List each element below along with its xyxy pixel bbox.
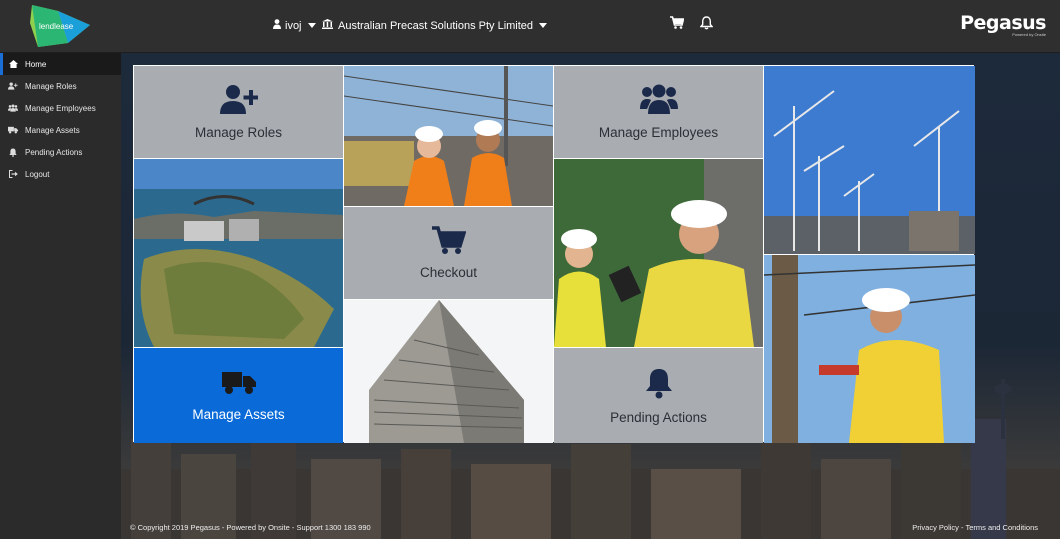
user-plus-icon <box>219 84 258 119</box>
sidebar-item-manage-employees[interactable]: Manage Employees <box>0 97 121 119</box>
cart-icon <box>431 226 466 259</box>
user-name: ivoj <box>285 19 302 32</box>
footer-copyright: © Copyright 2019 Pegasus - Powered by On… <box>130 523 371 532</box>
home-icon <box>8 59 18 69</box>
privacy-policy-link[interactable]: Privacy Policy <box>912 523 959 532</box>
cart-icon[interactable] <box>670 16 686 32</box>
institution-icon <box>322 19 333 32</box>
sidebar-item-manage-assets[interactable]: Manage Assets <box>0 119 121 141</box>
sidebar-item-home[interactable]: Home <box>0 53 121 75</box>
pending-actions-tile[interactable]: Pending Actions <box>554 348 763 443</box>
top-bar: lendlease ivoj Australian Precast Soluti… <box>0 0 1060 53</box>
tile-label: Manage Employees <box>598 125 719 140</box>
manage-roles-tile[interactable]: Manage Roles <box>134 66 343 158</box>
notification-bell-icon[interactable] <box>699 16 716 32</box>
sidebar-item-logout[interactable]: Logout <box>0 163 121 185</box>
users-icon <box>8 103 18 113</box>
sidebar-item-pending-actions[interactable]: Pending Actions <box>0 141 121 163</box>
dashboard-tile-grid: Manage Roles Manage Assets Checkout Mana… <box>133 65 975 443</box>
users-icon <box>639 84 678 119</box>
utility-pole-worker-photo <box>764 255 975 443</box>
bell-icon <box>645 367 673 404</box>
sidebar-item-manage-roles[interactable]: Manage Roles <box>0 75 121 97</box>
tile-label: Checkout <box>419 265 478 280</box>
bell-icon <box>8 147 18 157</box>
harbour-city-photo <box>134 159 343 347</box>
truck-icon <box>8 125 18 135</box>
company-menu[interactable]: Australian Precast Solutions Pty Limited <box>322 19 548 32</box>
chevron-down-icon <box>539 23 548 28</box>
tile-label: Manage Roles <box>194 125 283 140</box>
svg-text:lendlease: lendlease <box>39 22 74 31</box>
truck-icon <box>221 370 256 401</box>
footer-links: Privacy Policy - Terms and Conditions <box>912 523 1038 532</box>
office-building-photo <box>344 300 553 443</box>
user-icon <box>273 19 281 32</box>
workers-tablet-photo <box>554 159 763 347</box>
user-plus-icon <box>8 81 18 91</box>
sidebar: Home Manage Roles Manage Employees Manag… <box>0 53 121 539</box>
company-name: Australian Precast Solutions Pty Limited <box>338 19 534 32</box>
user-menu[interactable]: ivoj <box>273 19 316 32</box>
rail-workers-photo <box>344 66 553 206</box>
terms-link[interactable]: Terms and Conditions <box>965 523 1038 532</box>
chevron-down-icon <box>307 23 316 28</box>
tile-label: Manage Assets <box>192 406 285 422</box>
pegasus-brand: Pegasus Powered by Onsite <box>960 12 1046 37</box>
checkout-tile[interactable]: Checkout <box>344 207 553 299</box>
tile-label: Pending Actions <box>610 409 707 425</box>
manage-employees-tile[interactable]: Manage Employees <box>554 66 763 158</box>
logout-icon <box>8 169 18 179</box>
manage-assets-tile[interactable]: Manage Assets <box>134 348 343 443</box>
construction-cranes-photo <box>764 66 975 254</box>
lendlease-logo[interactable]: lendlease <box>28 3 94 49</box>
